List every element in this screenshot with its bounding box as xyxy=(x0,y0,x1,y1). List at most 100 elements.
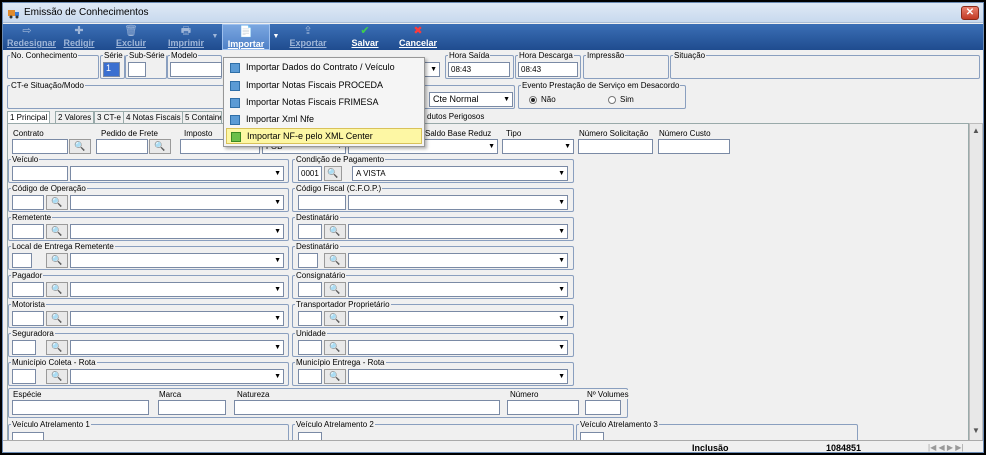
n-volumes-input[interactable] xyxy=(585,400,621,415)
menu-item-importar-proceda[interactable]: Importar Notas Fiscais PROCEDA xyxy=(226,78,422,94)
pedido-search-button[interactable]: 🔍 xyxy=(149,139,171,154)
nao-radio[interactable] xyxy=(529,96,537,104)
codigo-operacao-search[interactable]: 🔍 xyxy=(46,195,68,210)
sim-radio[interactable] xyxy=(608,96,616,104)
pedido-frete-input[interactable] xyxy=(96,139,148,154)
destinatario2-search[interactable]: 🔍 xyxy=(324,253,346,268)
seguradora-search[interactable]: 🔍 xyxy=(46,340,68,355)
motorista-input[interactable] xyxy=(12,311,44,326)
codigo-operacao-input[interactable] xyxy=(12,195,44,210)
redesignar-button[interactable]: ⇨ Redesignar xyxy=(7,24,56,50)
search-icon: 🔍 xyxy=(51,342,63,352)
consignatario-input[interactable] xyxy=(298,282,322,297)
menu-item-importar-xml-center[interactable]: Importar NF-e pelo XML Center xyxy=(226,128,422,144)
record-navigation[interactable]: |◀ ◀ ▶ ▶| xyxy=(927,443,965,452)
transportador-input[interactable] xyxy=(298,311,322,326)
condicao-combo[interactable]: A VISTA ▼ xyxy=(352,166,568,181)
tab-principal[interactable]: 1 Principal xyxy=(7,111,51,123)
codigo-operacao-combo[interactable]: ▼ xyxy=(70,195,284,210)
especie-input[interactable] xyxy=(12,400,149,415)
contrato-input[interactable] xyxy=(12,139,68,154)
pagador-search[interactable]: 🔍 xyxy=(46,282,68,297)
entrega-combo[interactable]: ▼ xyxy=(424,62,440,77)
modelo-input[interactable] xyxy=(170,62,222,77)
cte-modo-combo[interactable]: Cte Normal ▼ xyxy=(429,92,513,107)
municipio-coleta-combo[interactable]: ▼ xyxy=(70,369,284,384)
menu-item-importar-contrato[interactable]: Importar Dados do Contrato / Veículo xyxy=(226,60,422,76)
contrato-search-button[interactable]: 🔍 xyxy=(69,139,91,154)
numero-input[interactable] xyxy=(507,400,579,415)
local-entrega-combo[interactable]: ▼ xyxy=(70,253,284,268)
serie-input[interactable]: 1 xyxy=(103,62,120,77)
tab-containers[interactable]: 5 Containers xyxy=(182,111,222,123)
impressao-group: Impressão xyxy=(583,51,669,79)
transportador-combo[interactable]: ▼ xyxy=(348,311,568,326)
tipo-combo[interactable]: ▼ xyxy=(502,139,574,154)
arrow-icon: ⇨ xyxy=(22,25,32,37)
tab-cte[interactable]: 3 CT-e xyxy=(94,111,125,123)
tab-valores[interactable]: 2 Valores xyxy=(55,111,95,123)
imprimir-button[interactable]: 🖶 Imprimir xyxy=(163,24,209,50)
remetente-combo[interactable]: ▼ xyxy=(70,224,284,239)
seguradora-combo[interactable]: ▼ xyxy=(70,340,284,355)
municipio-coleta-input[interactable] xyxy=(12,369,36,384)
excluir-button[interactable]: 🗑 Excluir xyxy=(111,24,151,50)
destinatario2-input[interactable] xyxy=(298,253,318,268)
numero-custo-input[interactable] xyxy=(658,139,730,154)
menu-item-importar-frimesa[interactable]: Importar Notas Fiscais FRIMESA xyxy=(226,95,422,111)
cancelar-button[interactable]: ✖ Cancelar xyxy=(396,24,440,50)
menu-item-importar-xml[interactable]: Importar Xml Nfe xyxy=(226,112,422,128)
municipio-entrega-search[interactable]: 🔍 xyxy=(324,369,346,384)
sub-serie-input[interactable] xyxy=(128,62,146,77)
motorista-search[interactable]: 🔍 xyxy=(46,311,68,326)
importar-button[interactable]: 📄 Importar xyxy=(222,24,270,50)
tab-produtos-perigosos[interactable]: dutos Perigosos xyxy=(425,111,487,123)
municipio-coleta-search[interactable]: 🔍 xyxy=(46,369,68,384)
hora-descarga-input[interactable]: 08:43 xyxy=(518,62,578,77)
import-icon xyxy=(230,115,240,125)
pagador-combo[interactable]: ▼ xyxy=(70,282,284,297)
local-entrega-input[interactable] xyxy=(12,253,32,268)
remetente-search[interactable]: 🔍 xyxy=(46,224,68,239)
municipio-entrega-combo[interactable]: ▼ xyxy=(348,369,568,384)
unidade-input[interactable] xyxy=(298,340,322,355)
transportador-search[interactable]: 🔍 xyxy=(324,311,346,326)
redigir-button[interactable]: ✚ Redigir xyxy=(59,24,99,50)
unidade-search[interactable]: 🔍 xyxy=(324,340,346,355)
salvar-button[interactable]: ✔ Salvar xyxy=(345,24,385,50)
motorista-combo[interactable]: ▼ xyxy=(70,311,284,326)
consignatario-combo[interactable]: ▼ xyxy=(348,282,568,297)
exportar-button[interactable]: ⇪ Exportar xyxy=(286,24,330,50)
pagador-input[interactable] xyxy=(12,282,44,297)
condicao-search-button[interactable]: 🔍 xyxy=(324,166,342,181)
local-entrega-search[interactable]: 🔍 xyxy=(46,253,68,268)
importar-dropdown[interactable]: ▼ xyxy=(271,24,281,50)
veiculo-input[interactable] xyxy=(12,166,68,181)
veiculo-combo[interactable]: ▼ xyxy=(70,166,284,181)
main-window: Emissão de Conhecimentos ✕ ⇨ Redesignar ✚… xyxy=(2,2,984,453)
municipio-entrega-input[interactable] xyxy=(298,369,322,384)
scroll-up-icon[interactable]: ▲ xyxy=(970,126,982,138)
seguradora-input[interactable] xyxy=(12,340,36,355)
import-menu: Importar Dados do Contrato / Veículo Imp… xyxy=(223,57,425,147)
destinatario2-combo[interactable]: ▼ xyxy=(348,253,568,268)
destinatario-search[interactable]: 🔍 xyxy=(324,224,346,239)
destinatario-combo[interactable]: ▼ xyxy=(348,224,568,239)
numero-solicitacao-input[interactable] xyxy=(578,139,653,154)
vertical-scrollbar[interactable]: ▲ ▼ xyxy=(969,123,983,441)
remetente-input[interactable] xyxy=(12,224,44,239)
hora-saida-input[interactable]: 08:43 xyxy=(448,62,510,77)
natureza-input[interactable] xyxy=(234,400,500,415)
imprimir-dropdown[interactable]: ▼ xyxy=(210,24,220,50)
condicao-code-input[interactable]: 0001 xyxy=(298,166,322,181)
check-icon: ✔ xyxy=(360,25,370,37)
consignatario-search[interactable]: 🔍 xyxy=(324,282,346,297)
marca-input[interactable] xyxy=(158,400,226,415)
destinatario-input[interactable] xyxy=(298,224,322,239)
close-button[interactable]: ✕ xyxy=(961,6,979,20)
scroll-down-icon[interactable]: ▼ xyxy=(970,426,982,438)
unidade-combo[interactable]: ▼ xyxy=(348,340,568,355)
cfop-input[interactable] xyxy=(298,195,346,210)
cfop-combo[interactable]: ▼ xyxy=(348,195,568,210)
tab-notas-fiscais[interactable]: 4 Notas Fiscais xyxy=(123,111,184,123)
